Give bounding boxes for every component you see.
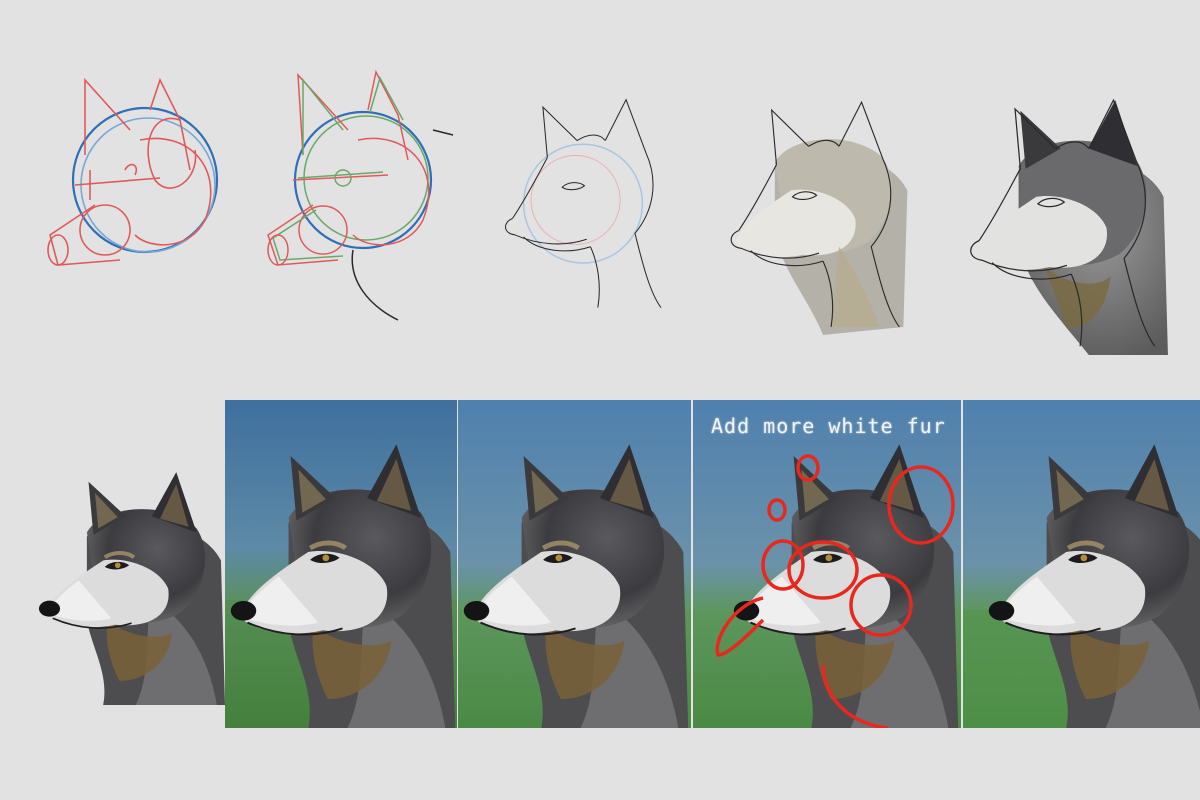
step-6-detailed-fur (30, 440, 225, 705)
wolf-painting-steps: { "steps": [ {"id": 1, "kind": "construc… (0, 0, 1200, 800)
step-5-shaded-gray (955, 65, 1170, 355)
critique-note: Add more white fur (711, 414, 946, 438)
step-2-construction-refined (258, 60, 458, 325)
step-8-blue-green-background-refined (458, 400, 691, 728)
step-9-critique-markup: Add more white fur (693, 400, 961, 728)
step-7-blue-green-background (225, 400, 457, 728)
step-10-final-painting (963, 400, 1200, 728)
step-3-line-sketch (483, 70, 683, 315)
step-4-flat-color (705, 70, 925, 335)
step-1-construction-shapes (30, 60, 240, 300)
